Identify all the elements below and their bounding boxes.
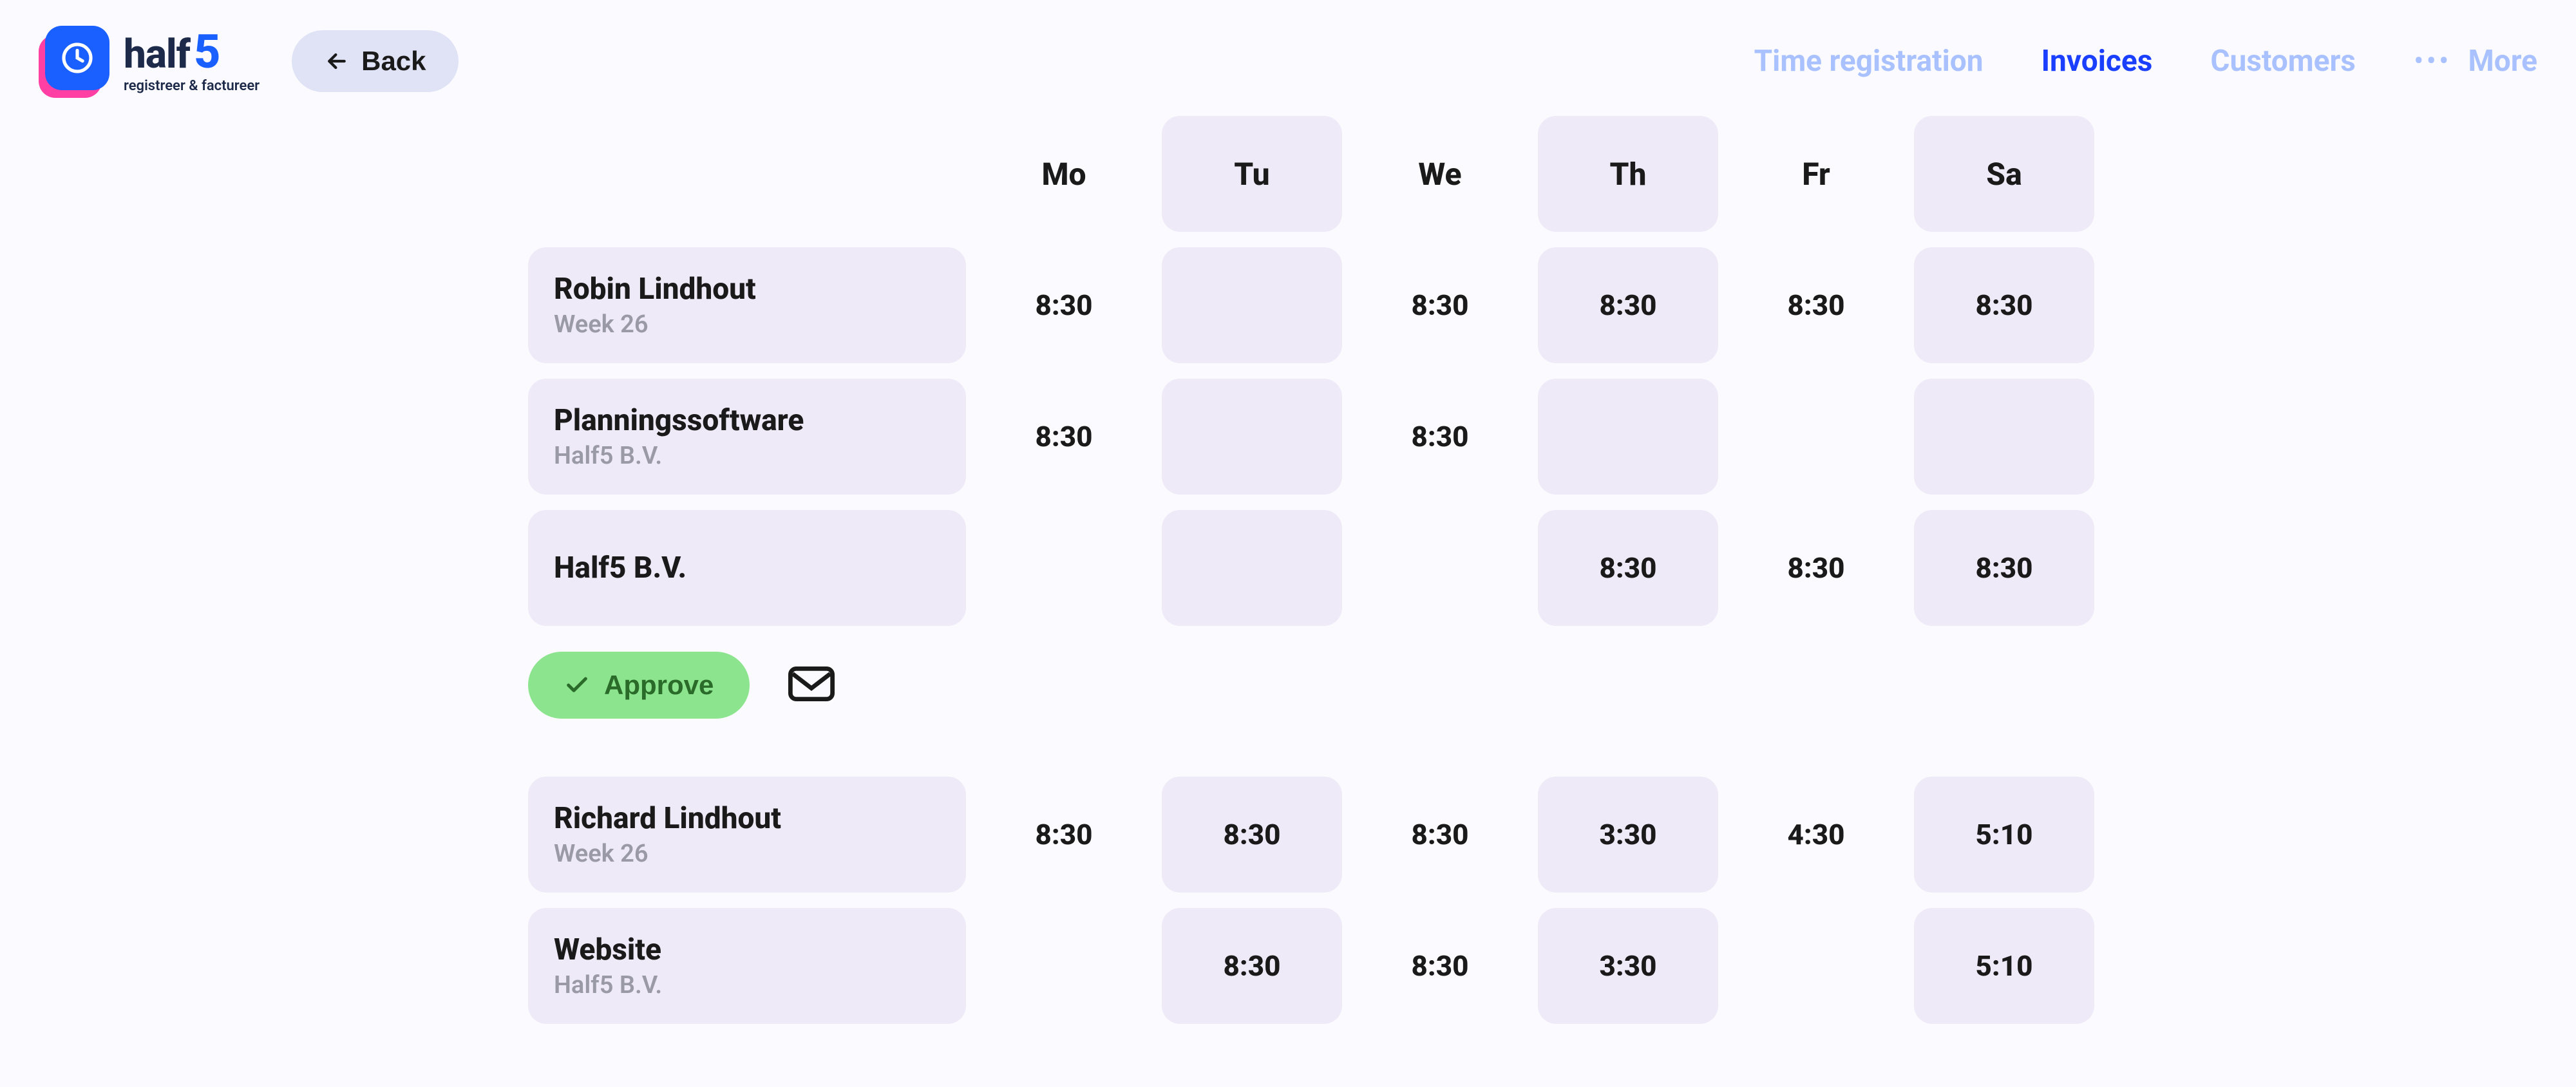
mail-icon[interactable] (788, 666, 835, 704)
total-cell[interactable]: 3:30 (1538, 777, 1718, 893)
project-sub: Half5 B.V. (554, 442, 940, 470)
back-label: Back (361, 46, 426, 77)
total-cell[interactable]: 8:30 (1162, 777, 1342, 893)
logo-mark (39, 26, 109, 97)
total-cell[interactable]: 8:30 (1350, 247, 1530, 363)
time-cell[interactable]: 8:30 (974, 379, 1154, 495)
time-cell[interactable] (1538, 379, 1718, 495)
day-header: We (1350, 116, 1530, 232)
time-cell[interactable] (1726, 908, 1906, 1024)
week-label: Week 26 (554, 840, 940, 868)
project-title: Planningssoftware (554, 403, 940, 438)
project-row-label[interactable]: Planningssoftware Half5 B.V. (528, 379, 966, 495)
time-cell[interactable]: 8:30 (1162, 908, 1342, 1024)
time-cell[interactable]: 8:30 (1914, 510, 2094, 626)
total-cell[interactable]: 8:30 (1350, 777, 1530, 893)
person-summary[interactable]: Robin Lindhout Week 26 (528, 247, 966, 363)
project-title: Half5 B.V. (554, 551, 940, 585)
top-nav: Time registration Invoices Customers •••… (1754, 44, 2537, 79)
logo[interactable]: half 5 registreer & factureer (39, 26, 260, 97)
back-button[interactable]: Back (292, 30, 458, 92)
person-summary[interactable]: Richard Lindhout Week 26 (528, 777, 966, 893)
check-icon (564, 672, 590, 698)
section-gap (528, 770, 2106, 777)
time-cell[interactable]: 3:30 (1538, 908, 1718, 1024)
more-dots-icon: ••• (2414, 44, 2452, 79)
approve-button[interactable]: Approve (528, 652, 750, 719)
time-cell[interactable] (1350, 510, 1530, 626)
project-sub: Half5 B.V. (554, 971, 940, 999)
time-cell[interactable] (974, 908, 1154, 1024)
time-cell[interactable] (1162, 379, 1342, 495)
time-cell[interactable] (1726, 379, 1906, 495)
time-cell[interactable]: 8:30 (1350, 908, 1530, 1024)
brand-name-1: half (124, 35, 190, 75)
project-row-label[interactable]: Half5 B.V. (528, 510, 966, 626)
project-title: Website (554, 932, 940, 967)
actions-row: Approve (528, 652, 2106, 719)
time-cell[interactable] (974, 510, 1154, 626)
time-cell[interactable] (1914, 379, 2094, 495)
total-cell[interactable]: 8:30 (1538, 247, 1718, 363)
time-cell[interactable]: 8:30 (1350, 379, 1530, 495)
header-spacer (528, 116, 966, 232)
time-cell[interactable]: 5:10 (1914, 908, 2094, 1024)
total-cell[interactable]: 8:30 (1914, 247, 2094, 363)
time-cell[interactable]: 8:30 (1538, 510, 1718, 626)
brand-name-2: 5 (194, 29, 221, 75)
nav-customers[interactable]: Customers (2210, 44, 2356, 79)
project-row-label[interactable]: Website Half5 B.V. (528, 908, 966, 1024)
week-label: Week 26 (554, 310, 940, 339)
time-cell[interactable] (1162, 510, 1342, 626)
day-header: Tu (1162, 116, 1342, 232)
day-header: Mo (974, 116, 1154, 232)
total-cell[interactable]: 4:30 (1726, 777, 1906, 893)
total-cell[interactable]: 8:30 (1726, 247, 1906, 363)
nav-time-registration[interactable]: Time registration (1754, 44, 1984, 79)
brand-tagline: registreer & factureer (124, 79, 260, 93)
person-name: Richard Lindhout (554, 801, 940, 836)
day-header: Sa (1914, 116, 2094, 232)
approve-label: Approve (604, 670, 714, 701)
nav-more[interactable]: More (2468, 44, 2538, 79)
arrow-left-icon (324, 48, 350, 74)
person-name: Robin Lindhout (554, 272, 940, 307)
day-header: Fr (1726, 116, 1906, 232)
total-cell[interactable] (1162, 247, 1342, 363)
nav-invoices[interactable]: Invoices (2041, 44, 2153, 79)
total-cell[interactable]: 5:10 (1914, 777, 2094, 893)
total-cell[interactable]: 8:30 (974, 247, 1154, 363)
total-cell[interactable]: 8:30 (974, 777, 1154, 893)
time-cell[interactable]: 8:30 (1726, 510, 1906, 626)
day-header: Th (1538, 116, 1718, 232)
